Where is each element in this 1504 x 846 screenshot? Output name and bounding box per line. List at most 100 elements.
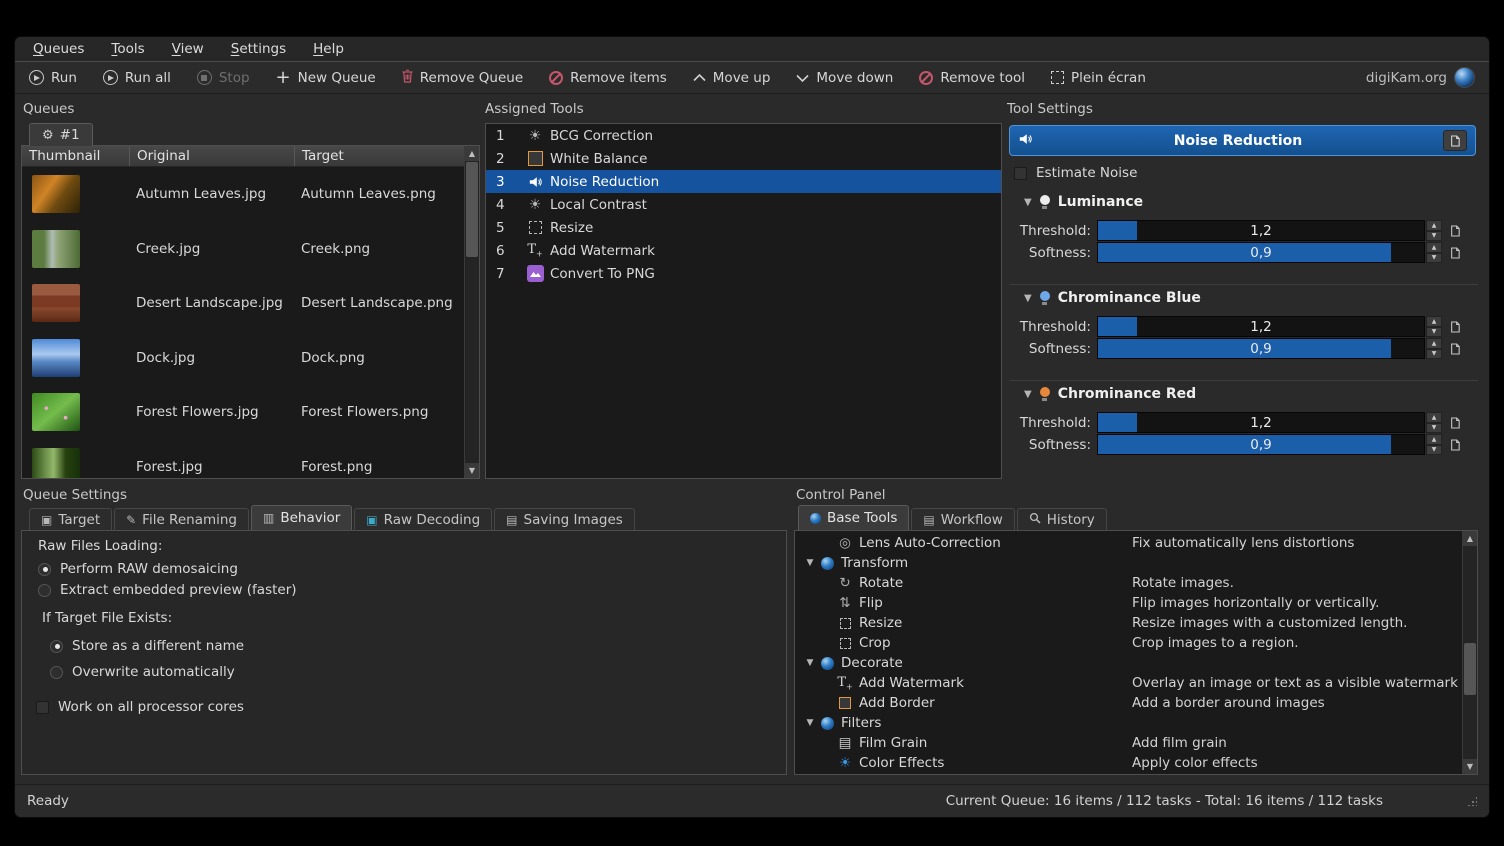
scroll-up-icon[interactable]: ▲ (465, 146, 479, 161)
scroll-down-icon[interactable]: ▼ (1463, 759, 1477, 774)
thumbnail-image (32, 339, 80, 377)
digikam-brand[interactable]: digiKam.org (1366, 67, 1475, 88)
estimate-noise-checkbox[interactable]: Estimate Noise (1014, 165, 1137, 181)
tree-item-crop[interactable]: Crop Crop images to a region. (795, 633, 1461, 653)
queue-tab-1[interactable]: ⚙ #1 (29, 123, 93, 146)
expander-icon[interactable]: ▼ (803, 558, 817, 568)
tree-group-partial[interactable]: ▼ (795, 773, 1461, 775)
section-chrominance-blue[interactable]: ▼ Chrominance Blue (1024, 290, 1201, 306)
expander-icon[interactable]: ▼ (803, 658, 817, 668)
fullscreen-button[interactable]: Plein écran (1051, 70, 1146, 86)
tree-group-filters[interactable]: ▼ Filters (795, 713, 1461, 733)
reset-default-icon[interactable] (1450, 417, 1460, 429)
run-button[interactable]: Run (29, 70, 77, 86)
reset-default-icon[interactable] (1450, 321, 1460, 333)
gear-icon: ⚙ (42, 128, 54, 143)
tab-target[interactable]: ▣Target (29, 508, 112, 530)
queue-row[interactable]: Forest.jpg Forest.png (22, 440, 464, 480)
tool-item-local-contrast[interactable]: 4 ☀ Local Contrast (486, 193, 1001, 216)
column-target[interactable]: Target (295, 146, 464, 166)
tab-saving-images[interactable]: ▤Saving Images (494, 508, 635, 530)
column-original[interactable]: Original (130, 146, 295, 166)
radio-perform-raw-demosaicing[interactable]: Perform RAW demosaicing (38, 561, 238, 577)
reset-default-icon[interactable] (1450, 225, 1460, 237)
menu-help[interactable]: Help (313, 41, 344, 57)
tool-item-resize[interactable]: 5 Resize (486, 216, 1001, 239)
tree-item-rotate[interactable]: ↻ Rotate Rotate images. (795, 573, 1461, 593)
tab-file-renaming[interactable]: ✎File Renaming (114, 508, 249, 530)
queue-row[interactable]: Creek.jpg Creek.png (22, 222, 464, 277)
tree-item-add-watermark[interactable]: T+ Add Watermark Overlay an image or tex… (795, 673, 1461, 693)
threshold-spinner[interactable]: ▲▼ (1426, 412, 1442, 433)
reset-default-icon[interactable] (1450, 439, 1460, 451)
threshold-spinner[interactable]: ▲▼ (1426, 220, 1442, 241)
menu-settings[interactable]: Settings (231, 41, 286, 57)
tree-item-lens-auto-correction[interactable]: ◎ Lens Auto-Correction Fix automatically… (795, 533, 1461, 553)
menu-view[interactable]: View (172, 41, 204, 57)
reset-default-icon[interactable] (1450, 343, 1460, 355)
menu-tools[interactable]: Tools (111, 41, 144, 57)
queue-row[interactable]: Desert Landscape.jpg Desert Landscape.pn… (22, 276, 464, 331)
section-chrominance-red[interactable]: ▼ Chrominance Red (1024, 386, 1196, 402)
move-up-button[interactable]: Move up (693, 70, 771, 86)
softness-slider[interactable]: 0,9 (1097, 242, 1425, 263)
tree-item-film-grain[interactable]: ▤ Film Grain Add film grain (795, 733, 1461, 753)
tree-item-flip[interactable]: ⇅ Flip Flip images horizontally or verti… (795, 593, 1461, 613)
tab-raw-decoding[interactable]: ▣Raw Decoding (354, 508, 492, 530)
tree-item-add-border[interactable]: Add Border Add a border around images (795, 693, 1461, 713)
tab-history[interactable]: History (1017, 508, 1107, 530)
tree-scrollbar[interactable]: ▲ ▼ (1462, 531, 1477, 774)
tab-behavior[interactable]: ▥Behavior (251, 505, 352, 530)
bulb-icon (1040, 195, 1050, 209)
run-all-button[interactable]: Run all (103, 70, 171, 86)
resize-grip[interactable] (1467, 796, 1477, 806)
threshold-slider[interactable]: 1,2 (1097, 316, 1425, 337)
threshold-slider[interactable]: 1,2 (1097, 220, 1425, 241)
tool-item-convert-to-png[interactable]: 7 Convert To PNG (486, 262, 1001, 285)
stop-icon (197, 70, 212, 85)
stop-button[interactable]: Stop (197, 70, 250, 86)
checkbox-work-all-cores[interactable]: Work on all processor cores (36, 699, 244, 715)
queue-row[interactable]: Dock.jpg Dock.png (22, 331, 464, 386)
tool-item-noise-reduction[interactable]: 3 Noise Reduction (486, 170, 1001, 193)
tree-group-transform[interactable]: ▼ Transform (795, 553, 1461, 573)
remove-queue-button[interactable]: Remove Queue (402, 69, 523, 87)
tree-group-decorate[interactable]: ▼ Decorate (795, 653, 1461, 673)
radio-overwrite-automatically[interactable]: Overwrite automatically (50, 664, 235, 680)
tab-workflow[interactable]: ▤Workflow (911, 508, 1014, 530)
threshold-spinner[interactable]: ▲▼ (1426, 316, 1442, 337)
scroll-down-icon[interactable]: ▼ (465, 463, 479, 478)
reset-default-icon[interactable] (1450, 247, 1460, 259)
tool-item-add-watermark[interactable]: 6 T+ Add Watermark (486, 239, 1001, 262)
section-luminance[interactable]: ▼ Luminance (1024, 194, 1143, 210)
softness-spinner[interactable]: ▲▼ (1426, 338, 1442, 359)
reset-default-button[interactable] (1443, 130, 1467, 151)
remove-tool-button[interactable]: Remove tool (919, 70, 1025, 86)
fullscreen-icon (1051, 71, 1064, 84)
radio-store-different-name[interactable]: Store as a different name (50, 638, 244, 654)
radio-extract-embedded-preview[interactable]: Extract embedded preview (faster) (38, 582, 297, 598)
tool-item-white-balance[interactable]: 2 White Balance (486, 147, 1001, 170)
tool-item-bcg-correction[interactable]: 1 ☀ BCG Correction (486, 124, 1001, 147)
flip-icon: ⇅ (835, 595, 855, 611)
expander-icon[interactable]: ▼ (803, 718, 817, 728)
move-down-button[interactable]: Move down (796, 70, 893, 86)
tab-base-tools[interactable]: Base Tools (798, 505, 909, 530)
tree-item-resize[interactable]: Resize Resize images with a customized l… (795, 613, 1461, 633)
column-thumbnail[interactable]: Thumbnail (22, 146, 130, 166)
softness-slider[interactable]: 0,9 (1097, 338, 1425, 359)
queue-row[interactable]: Forest Flowers.jpg Forest Flowers.png (22, 385, 464, 440)
queue-table-scrollbar[interactable]: ▲ ▼ (464, 146, 479, 478)
remove-items-button[interactable]: Remove items (549, 70, 667, 86)
param-row-softness: Softness: 0,9 ▲▼ (1009, 434, 1478, 455)
softness-slider[interactable]: 0,9 (1097, 434, 1425, 455)
scroll-up-icon[interactable]: ▲ (1463, 531, 1477, 546)
new-queue-button[interactable]: + New Queue (276, 70, 376, 86)
threshold-slider[interactable]: 1,2 (1097, 412, 1425, 433)
queue-row[interactable]: Autumn Leaves.jpg Autumn Leaves.png (22, 167, 464, 222)
if-target-file-exists-label: If Target File Exists: (42, 610, 172, 626)
tree-item-color-effects[interactable]: ☀ Color Effects Apply color effects (795, 753, 1461, 773)
softness-spinner[interactable]: ▲▼ (1426, 242, 1442, 263)
softness-spinner[interactable]: ▲▼ (1426, 434, 1442, 455)
menu-queues[interactable]: Queues (33, 41, 84, 57)
